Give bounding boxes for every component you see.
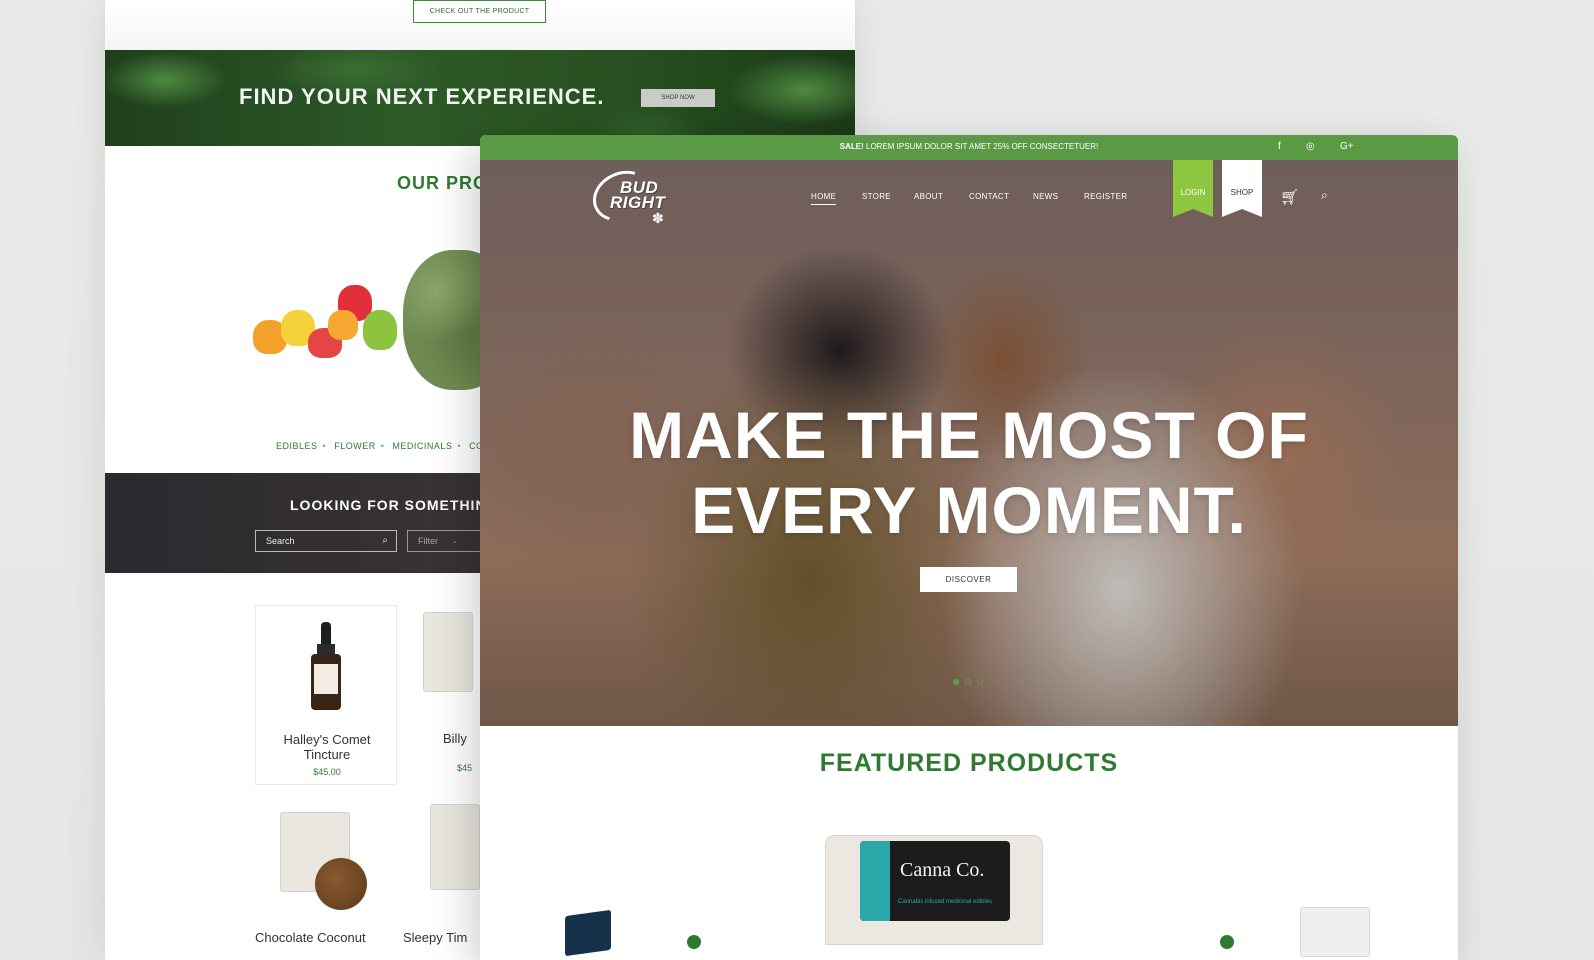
featured-product-brand: Canna Co.: [900, 859, 985, 881]
looking-title: LOOKING FOR SOMETHIN: [290, 497, 487, 513]
nav-contact[interactable]: CONTACT: [969, 192, 1009, 201]
hero-headline-line2: EVERY MOMENT.: [691, 473, 1247, 547]
product-pack-image: [423, 612, 473, 692]
shop-label: SHOP: [1230, 188, 1254, 197]
partial-product-price: $45: [457, 763, 473, 773]
shop-now-button[interactable]: SHOP NOW: [641, 89, 715, 107]
category-edibles[interactable]: EDIBLES: [276, 441, 318, 451]
logo-text: BUD RIGHT: [610, 179, 666, 212]
carousel-next-dot[interactable]: [1220, 935, 1234, 949]
search-input[interactable]: Search ⌕: [255, 530, 397, 552]
category-flower[interactable]: FLOWER: [334, 441, 376, 451]
foreground-page-mockup: SALE! LOREM IPSUM DOLOR SIT AMET 25% OFF…: [480, 135, 1458, 960]
bud-right-logo[interactable]: BUD RIGHT ✽: [584, 161, 688, 231]
sale-text: LOREM IPSUM DOLOR SIT AMET 25% OFF CONSE…: [863, 142, 1099, 151]
leaf-icon: ✽: [652, 210, 664, 226]
discover-button[interactable]: DISCOVER: [920, 567, 1017, 592]
canna-co-label: Canna Co. Cannabis infused medicinal edi…: [860, 841, 1010, 921]
product-price: $45.00: [313, 767, 341, 777]
our-products-title: OUR PRO: [397, 173, 489, 193]
facebook-icon[interactable]: f: [1278, 141, 1281, 152]
instagram-icon[interactable]: ◎: [1306, 141, 1315, 152]
nav-store[interactable]: STORE: [862, 192, 891, 201]
nav-about[interactable]: ABOUT: [914, 192, 943, 201]
cart-icon[interactable]: 🛒︎: [1280, 188, 1299, 206]
nav-news[interactable]: NEWS: [1033, 192, 1058, 201]
cookie-pack-image-2: [430, 804, 480, 890]
search-placeholder: Search: [266, 536, 295, 546]
featured-product-subtitle: Cannabis infused medicinal edibles: [898, 899, 993, 905]
google-plus-icon[interactable]: G+: [1340, 141, 1354, 152]
featured-product-image[interactable]: Canna Co. Cannabis infused medicinal edi…: [825, 835, 1043, 945]
logo-line2: RIGHT: [610, 193, 666, 212]
nav-home[interactable]: HOME: [811, 192, 837, 205]
slider-dot-2[interactable]: [965, 679, 971, 685]
carousel-prev-dot[interactable]: [687, 935, 701, 949]
partial-product-name[interactable]: Billy: [443, 731, 467, 746]
hero-headline-line1: MAKE THE MOST OF: [629, 398, 1309, 472]
products-image: [253, 240, 513, 400]
slider-dot-1[interactable]: [953, 679, 959, 685]
slider-dots: [953, 679, 983, 685]
find-experience-banner: FIND YOUR NEXT EXPERIENCE. SHOP NOW: [105, 50, 855, 146]
login-label: LOGIN: [1180, 188, 1206, 197]
filter-label: Filter: [418, 536, 438, 546]
product-name-sleepy-time[interactable]: Sleepy Tim: [403, 930, 467, 945]
search-icon[interactable]: ⌕: [1321, 188, 1328, 203]
back-top-section: CHECK OUT THE PRODUCT: [105, 0, 855, 50]
check-out-product-button[interactable]: CHECK OUT THE PRODUCT: [413, 0, 546, 23]
featured-products-title: FEATURED PRODUCTS: [819, 749, 1119, 777]
shop-ribbon-button[interactable]: SHOP: [1222, 160, 1262, 217]
promo-topbar: SALE! LOREM IPSUM DOLOR SIT AMET 25% OFF…: [480, 135, 1458, 160]
category-links: EDIBLES• FLOWER• MEDICINALS• CONC: [276, 441, 503, 451]
product-name[interactable]: Halley's Comet Tincture: [256, 732, 398, 762]
product-box-image-right[interactable]: [1300, 907, 1370, 957]
product-box-image-left[interactable]: [565, 909, 611, 957]
warning-strip: [860, 841, 890, 921]
chevron-down-icon: ⌄: [452, 538, 458, 545]
filter-select[interactable]: Filter ⌄: [407, 530, 487, 552]
banner-text: FIND YOUR NEXT EXPERIENCE.: [239, 84, 605, 109]
product-name-line2: Tincture: [303, 747, 351, 762]
slider-dot-3[interactable]: [977, 679, 983, 685]
product-name-line1: Halley's Comet: [283, 732, 371, 747]
cookie-image: [315, 858, 367, 910]
product-card[interactable]: Halley's Comet Tincture $45.00: [255, 605, 397, 785]
sale-bold: SALE!: [839, 142, 864, 151]
product-name-chocolate-coconut[interactable]: Chocolate Coconut: [255, 930, 366, 945]
nav-register[interactable]: REGISTER: [1084, 192, 1127, 201]
category-medicinals[interactable]: MEDICINALS: [392, 441, 452, 451]
hero-headline: MAKE THE MOST OF EVERY MOMENT.: [480, 398, 1458, 548]
hero-section: BUD RIGHT ✽ HOME STORE ABOUT CONTACT NEW…: [480, 160, 1458, 726]
login-ribbon-button[interactable]: LOGIN: [1173, 160, 1213, 217]
search-icon[interactable]: ⌕: [382, 535, 388, 546]
tincture-bottle-image: [311, 622, 341, 712]
